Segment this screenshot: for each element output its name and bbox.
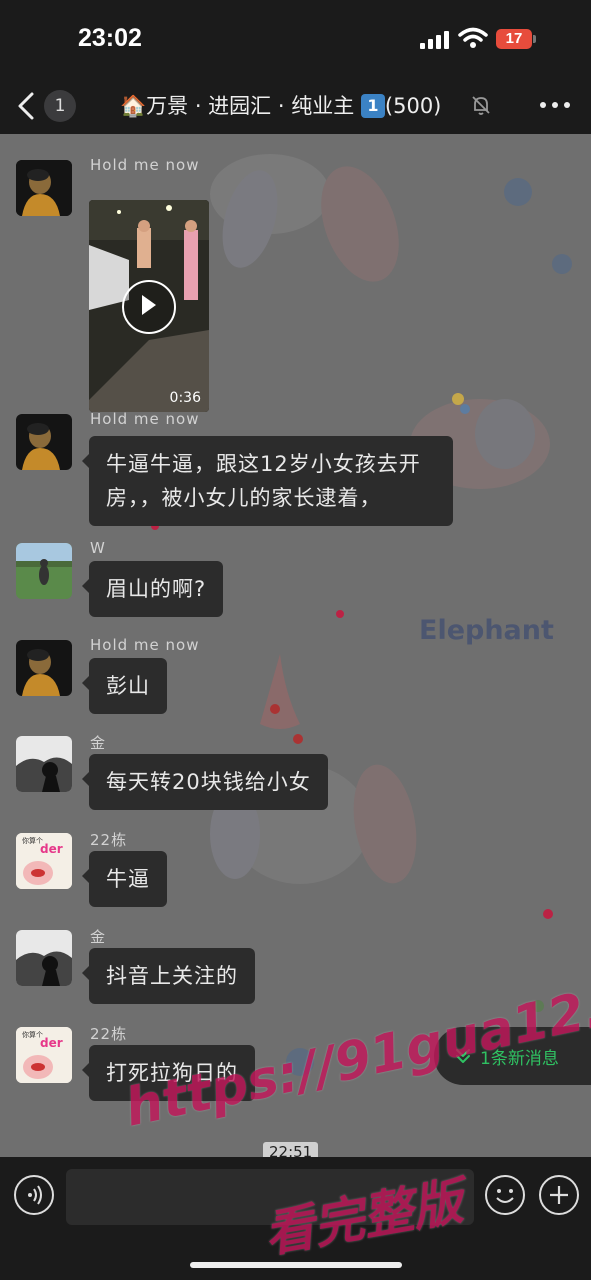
cellular-signal-icon: [420, 29, 450, 49]
message-bubble[interactable]: 牛逼牛逼，跟这12岁小女孩去开房，，被小女儿的家长逮着，: [82, 436, 453, 526]
sender-name: 金: [90, 734, 107, 752]
video-message[interactable]: 0:36: [89, 200, 209, 412]
message-row: 金 每天转20块钱给小女: [0, 732, 591, 822]
voice-icon: [28, 1185, 42, 1205]
sticker-der-text: der: [40, 842, 63, 856]
avatar-image: [16, 414, 72, 470]
time-divider: 22:51: [263, 1142, 319, 1157]
avatar-image: [16, 736, 72, 792]
message-bubble[interactable]: 牛逼: [82, 851, 167, 907]
more-options-icon[interactable]: [535, 90, 575, 120]
message-row: Hold me now 彭山: [0, 636, 591, 726]
group-title[interactable]: 🏠万景 · 进园汇 · 纯业主 1 (500): [120, 90, 441, 120]
sender-name: Hold me now: [90, 410, 200, 428]
battery-tip: [533, 35, 536, 43]
new-message-button[interactable]: 1条新消息: [434, 1027, 591, 1085]
mute-bell-icon: [472, 96, 490, 115]
message-row: Hold me now 牛逼牛逼，跟这12岁小女孩去开房，，被小女儿的家长逮着，: [0, 410, 591, 530]
sender-name: 22栋: [90, 1025, 128, 1043]
message-bubble[interactable]: 眉山的啊?: [81, 561, 224, 617]
avatar[interactable]: 你算个 der: [16, 1027, 72, 1083]
avatar-image: [16, 160, 72, 216]
sender-name: Hold me now: [90, 156, 200, 174]
voice-input-button[interactable]: [14, 1175, 54, 1215]
status-bar: 23:02 17: [0, 0, 591, 78]
chat-header: 1 🏠万景 · 进园汇 · 纯业主 1 (500): [0, 78, 591, 134]
avatar-image: 你算个 der: [16, 1027, 72, 1083]
message-bubble[interactable]: 抖音上关注的: [82, 948, 255, 1004]
chevron-left-icon: [18, 92, 34, 120]
play-button[interactable]: [122, 280, 176, 334]
avatar-image: [16, 640, 72, 696]
plus-icon: [550, 1186, 568, 1204]
member-count: (500): [384, 94, 442, 118]
video-duration: 0:36: [169, 390, 201, 406]
avatar-image: 你算个 der: [16, 833, 72, 889]
message-row: Hold me now 0:36: [0, 156, 591, 416]
avatar[interactable]: [16, 160, 72, 216]
message-bubble[interactable]: 每天转20块钱给小女: [82, 754, 328, 810]
input-bar: [0, 1157, 591, 1280]
smiley-icon: [496, 1189, 514, 1203]
sticker-der-text: der: [40, 1036, 63, 1050]
avatar[interactable]: [16, 640, 72, 696]
message-row: 你算个 der 22栋 牛逼: [0, 829, 591, 919]
message-input[interactable]: [66, 1169, 474, 1225]
battery-indicator: 17: [496, 29, 532, 49]
house-icon: 🏠: [120, 94, 147, 118]
more-actions-button[interactable]: [539, 1175, 579, 1215]
status-time: 23:02: [78, 24, 142, 52]
avatar-image: [16, 930, 72, 986]
keycap-one-icon: 1: [360, 94, 385, 118]
avatar[interactable]: [16, 736, 72, 792]
avatar[interactable]: [16, 414, 72, 470]
play-icon: [142, 295, 156, 315]
sender-name: Hold me now: [90, 636, 200, 654]
sender-name: 22栋: [90, 831, 128, 849]
sender-name: 金: [90, 928, 107, 946]
message-row: W 眉山的啊?: [0, 539, 591, 629]
avatar[interactable]: [16, 543, 72, 599]
chat-message-list[interactable]: Elephant Hold me now 0:36 Hold me now 牛逼…: [0, 134, 591, 1157]
new-message-label: 1条新消息: [480, 1049, 559, 1069]
group-name: 万景 · 进园汇 · 纯业主: [146, 94, 355, 118]
message-bubble[interactable]: 打死拉狗日的: [82, 1045, 255, 1101]
message-bubble[interactable]: 彭山: [82, 658, 167, 714]
avatar[interactable]: [16, 930, 72, 986]
avatar-image: [16, 543, 72, 599]
home-indicator[interactable]: [190, 1262, 402, 1268]
emoji-button[interactable]: [485, 1175, 525, 1215]
avatar[interactable]: 你算个 der: [16, 833, 72, 889]
double-chevron-down-icon: [456, 1049, 470, 1063]
unread-count-badge[interactable]: 1: [44, 90, 76, 122]
message-row: 金 抖音上关注的: [0, 926, 591, 1016]
sender-name: W: [90, 539, 106, 557]
wifi-icon: [458, 27, 488, 48]
